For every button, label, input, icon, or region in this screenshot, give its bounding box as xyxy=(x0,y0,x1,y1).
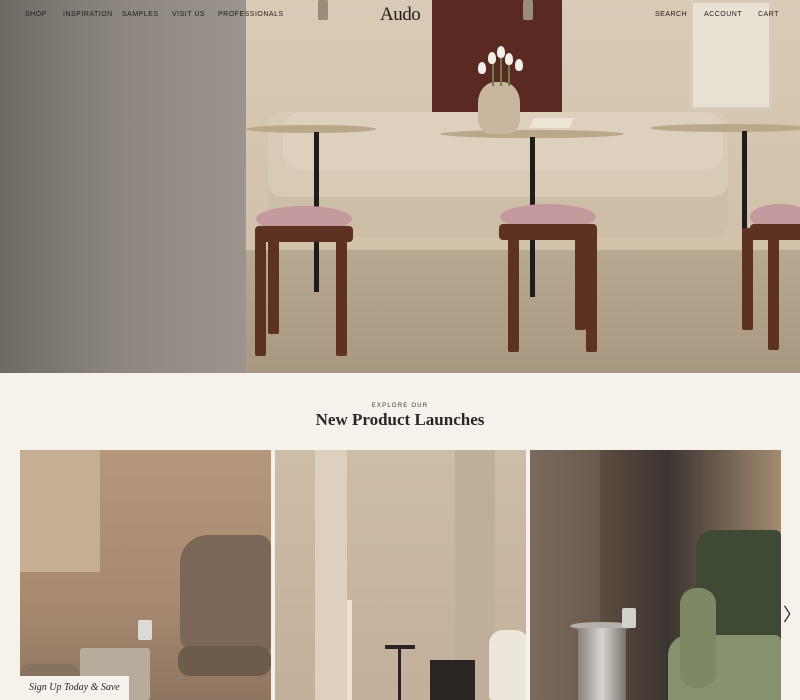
table-top xyxy=(650,124,800,132)
tulip xyxy=(488,52,496,64)
tulip xyxy=(478,62,486,74)
low-table xyxy=(430,660,475,700)
hero-left-panel xyxy=(0,0,246,373)
chevron-right-icon[interactable]: 〉 xyxy=(783,605,800,627)
nav-inspiration[interactable]: INSPIRATION xyxy=(63,11,113,18)
nav-shop[interactable]: SHOP xyxy=(25,11,47,18)
section-eyebrow: EXPLORE OUR xyxy=(371,403,429,409)
open-book xyxy=(529,118,575,128)
signup-tab[interactable]: Sign Up Today & Save xyxy=(20,676,129,700)
door-frame xyxy=(347,600,352,700)
stool-leg xyxy=(508,228,519,352)
tulip xyxy=(497,46,505,58)
product-card-side-table[interactable] xyxy=(275,450,526,700)
top-navigation: SHOP INSPIRATION SAMPLES VISIT US PROFES… xyxy=(0,0,800,30)
green-chair-arm xyxy=(680,588,716,688)
hero-floor xyxy=(246,250,800,373)
tulip xyxy=(505,53,513,65)
nav-samples[interactable]: SAMPLES xyxy=(122,11,159,18)
stool-leg xyxy=(255,230,266,356)
stool-leg xyxy=(586,228,597,352)
sheepskin-chair-seat xyxy=(178,646,271,676)
flower-stem xyxy=(508,62,510,86)
nav-account[interactable]: ACCOUNT xyxy=(704,11,742,18)
tulip xyxy=(515,59,523,71)
stool-leg xyxy=(268,238,279,334)
stool-leg xyxy=(336,230,347,356)
section-title: New Product Launches xyxy=(315,410,485,429)
vase xyxy=(478,82,520,134)
table-top xyxy=(246,125,376,133)
glass xyxy=(622,608,636,628)
stool-leg xyxy=(768,228,779,350)
brand-logo[interactable]: Audo xyxy=(380,4,421,26)
flower-stem xyxy=(492,62,494,86)
wall-artwork xyxy=(20,450,100,572)
product-card-lounge-chair[interactable] xyxy=(20,450,271,700)
metal-table-base xyxy=(578,628,626,700)
white-chair xyxy=(489,630,526,700)
nav-search[interactable]: SEARCH xyxy=(655,11,687,18)
stool-leg xyxy=(742,228,753,330)
hero-image xyxy=(0,0,800,373)
sheepskin-chair-back xyxy=(180,535,271,655)
nav-visit-us[interactable]: VISIT US xyxy=(172,11,205,18)
glass xyxy=(138,620,152,640)
nav-cart[interactable]: CART xyxy=(758,11,779,18)
flower-stem xyxy=(500,56,502,86)
stool-leg xyxy=(575,236,586,330)
nav-professionals[interactable]: PROFESSIONALS xyxy=(218,11,284,18)
column xyxy=(315,450,347,700)
product-card-green-chair[interactable] xyxy=(530,450,781,700)
side-table-leg xyxy=(398,649,401,700)
